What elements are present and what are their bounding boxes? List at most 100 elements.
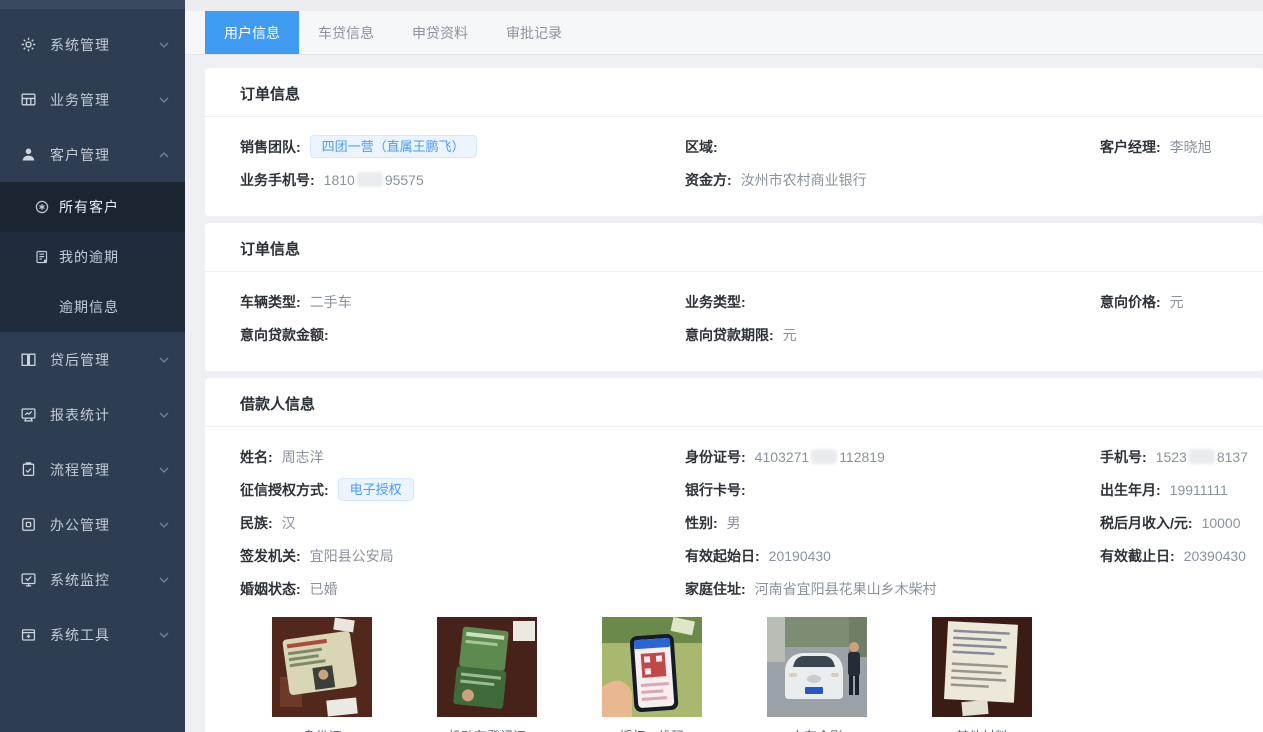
sidebar-item-label: 业务管理 <box>50 90 110 110</box>
sidebar-item-label: 贷后管理 <box>50 350 110 370</box>
card-title: 订单信息 <box>240 86 300 103</box>
attachment-caption: 其他材料 <box>932 726 1032 732</box>
monitor-check-icon <box>20 571 37 588</box>
sidebar-item-label: 流程管理 <box>50 460 110 480</box>
field-row: 婚姻状态: 已婚 家庭住址: 河南省宜阳县花果山乡木柴村 <box>240 572 1263 605</box>
circle-asterisk-icon <box>34 199 50 215</box>
attachment-caption: 身份证 <box>272 726 372 732</box>
attachment-item: 人车合影 <box>767 617 867 732</box>
sidebar-item-system-management[interactable]: 系统管理 <box>0 17 185 72</box>
field-label: 客户经理: <box>1100 137 1161 157</box>
main-content: 用户信息 车贷信息 申贷资料 审批记录 订单信息 销售团队: 四团一营（直属王鹏… <box>185 0 1263 732</box>
person-car-photo[interactable] <box>767 617 867 717</box>
sidebar-item-office-management[interactable]: 办公管理 <box>0 497 185 552</box>
box-plus-icon <box>20 626 37 643</box>
credit-auth-tag: 电子授权 <box>338 478 414 502</box>
field-value: 河南省宜阳县花果山乡木柴村 <box>755 579 937 599</box>
sidebar-item-label: 逾期信息 <box>59 297 119 317</box>
field-account-manager: 客户经理: 李晓旭 <box>1100 137 1263 157</box>
field-row: 业务手机号: 181095575 资金方: 汝州市农村商业银行 <box>240 163 1263 196</box>
field-value: 周志洋 <box>282 447 324 467</box>
field-label: 区域: <box>685 137 718 157</box>
chevron-down-icon <box>159 42 169 48</box>
field-row: 车辆类型: 二手车 业务类型: 意向价格: 元 <box>240 285 1263 318</box>
sidebar-item-my-overdue[interactable]: 我的逾期 <box>0 232 185 282</box>
attachment-gallery: 身份证 <box>240 617 1263 732</box>
field-label: 销售团队: <box>240 137 301 157</box>
field-name: 姓名: 周志洋 <box>240 447 685 467</box>
tab-bar: 用户信息 车贷信息 申贷资料 审批记录 <box>185 11 1263 55</box>
field-value: 20190430 <box>769 548 831 564</box>
sidebar-item-system-monitoring[interactable]: 系统监控 <box>0 552 185 607</box>
sidebar-item-process-management[interactable]: 流程管理 <box>0 442 185 497</box>
notebook-icon <box>34 249 50 265</box>
document-photo[interactable] <box>932 617 1032 717</box>
field-label: 有效起始日: <box>685 546 760 566</box>
field-birth-date: 出生年月: 19911111 <box>1100 480 1263 500</box>
id-card-photo[interactable] <box>272 617 372 717</box>
field-label: 性别: <box>685 513 718 533</box>
sidebar-item-report-statistics[interactable]: 报表统计 <box>0 387 185 442</box>
field-value: 10000 <box>1202 515 1241 531</box>
sidebar-item-post-loan-management[interactable]: 贷后管理 <box>0 332 185 387</box>
attachment-item: 机动车登记证 <box>437 617 537 732</box>
field-mobile: 手机号: 15238137 <box>1100 447 1263 467</box>
tab-loan-application-materials[interactable]: 申贷资料 <box>393 11 487 54</box>
field-value: 元 <box>1170 292 1184 312</box>
sidebar: 系统管理 业务管理 客户管理 <box>0 0 185 732</box>
sidebar-item-label: 客户管理 <box>50 145 110 165</box>
field-marital-status: 婚姻状态: 已婚 <box>240 579 685 599</box>
field-row: 征信授权方式: 电子授权 银行卡号: 出生年月: 19911111 <box>240 473 1263 506</box>
field-vehicle-type: 车辆类型: 二手车 <box>240 292 685 312</box>
sidebar-item-label: 系统工具 <box>50 625 110 645</box>
tab-user-info[interactable]: 用户信息 <box>205 11 299 54</box>
field-bank-card: 银行卡号: <box>685 480 1100 500</box>
grid-icon <box>20 91 37 108</box>
tab-panel-user-info: 订单信息 销售团队: 四团一营（直属王鹏飞） 区域: 客户经理: <box>185 55 1263 732</box>
tab-car-loan-info[interactable]: 车贷信息 <box>299 11 393 54</box>
chevron-down-icon <box>159 467 169 473</box>
attachment-caption: 人车合影 <box>767 726 867 732</box>
user-icon <box>20 146 37 163</box>
chevron-down-icon <box>159 357 169 363</box>
chevron-down-icon <box>159 632 169 638</box>
sidebar-item-all-customers[interactable]: 所有客户 <box>0 182 185 232</box>
field-row: 签发机关: 宜阳县公安局 有效起始日: 20190430 有效截止日: 2039… <box>240 539 1263 572</box>
sidebar-item-customer-management[interactable]: 客户管理 <box>0 127 185 182</box>
sidebar-item-label: 所有客户 <box>59 197 119 217</box>
sidebar-nav: 系统管理 业务管理 客户管理 <box>0 9 185 662</box>
chevron-down-icon <box>159 97 169 103</box>
tab-approval-records[interactable]: 审批记录 <box>487 11 581 54</box>
field-intent-price: 意向价格: 元 <box>1100 292 1263 312</box>
order-info-card-1: 订单信息 销售团队: 四团一营（直属王鹏飞） 区域: 客户经理: <box>205 68 1263 216</box>
field-intent-loan-amount: 意向贷款金额: <box>240 325 685 345</box>
sidebar-item-system-tools[interactable]: 系统工具 <box>0 607 185 662</box>
attachment-item: 身份证 <box>272 617 372 732</box>
chevron-down-icon <box>159 412 169 418</box>
field-label: 婚姻状态: <box>240 579 301 599</box>
field-row: 销售团队: 四团一营（直属王鹏飞） 区域: 客户经理: 李晓旭 <box>240 130 1263 163</box>
green-book-photo[interactable] <box>437 617 537 717</box>
sidebar-item-label: 系统管理 <box>50 35 110 55</box>
sidebar-item-label: 报表统计 <box>50 405 110 425</box>
field-label: 意向贷款期限: <box>685 325 774 345</box>
square-in-square-icon <box>20 516 37 533</box>
sales-team-tag: 四团一营（直属王鹏飞） <box>310 135 477 159</box>
field-value: 男 <box>727 513 741 533</box>
borrower-info-card: 借款人信息 姓名: 周志洋 身份证号: 4103271112819 手机 <box>205 378 1263 732</box>
field-value: 宜阳县公安局 <box>310 546 394 566</box>
sidebar-item-label: 办公管理 <box>50 515 110 535</box>
field-value: 19911111 <box>1170 482 1228 498</box>
field-label: 姓名: <box>240 447 273 467</box>
field-value: 15238137 <box>1156 449 1248 465</box>
sidebar-item-business-management[interactable]: 业务管理 <box>0 72 185 127</box>
order-info-card-2: 订单信息 车辆类型: 二手车 业务类型: 意向价格: <box>205 223 1263 371</box>
sidebar-item-overdue-info[interactable]: 逾期信息 <box>0 282 185 332</box>
field-id-number: 身份证号: 4103271112819 <box>685 447 1100 467</box>
qr-auth-photo[interactable] <box>602 617 702 717</box>
card-title: 借款人信息 <box>240 396 315 413</box>
field-value: 汝州市农村商业银行 <box>741 170 867 190</box>
card-header: 借款人信息 <box>205 378 1263 427</box>
field-value: 李晓旭 <box>1170 137 1212 157</box>
field-valid-from: 有效起始日: 20190430 <box>685 546 1100 566</box>
